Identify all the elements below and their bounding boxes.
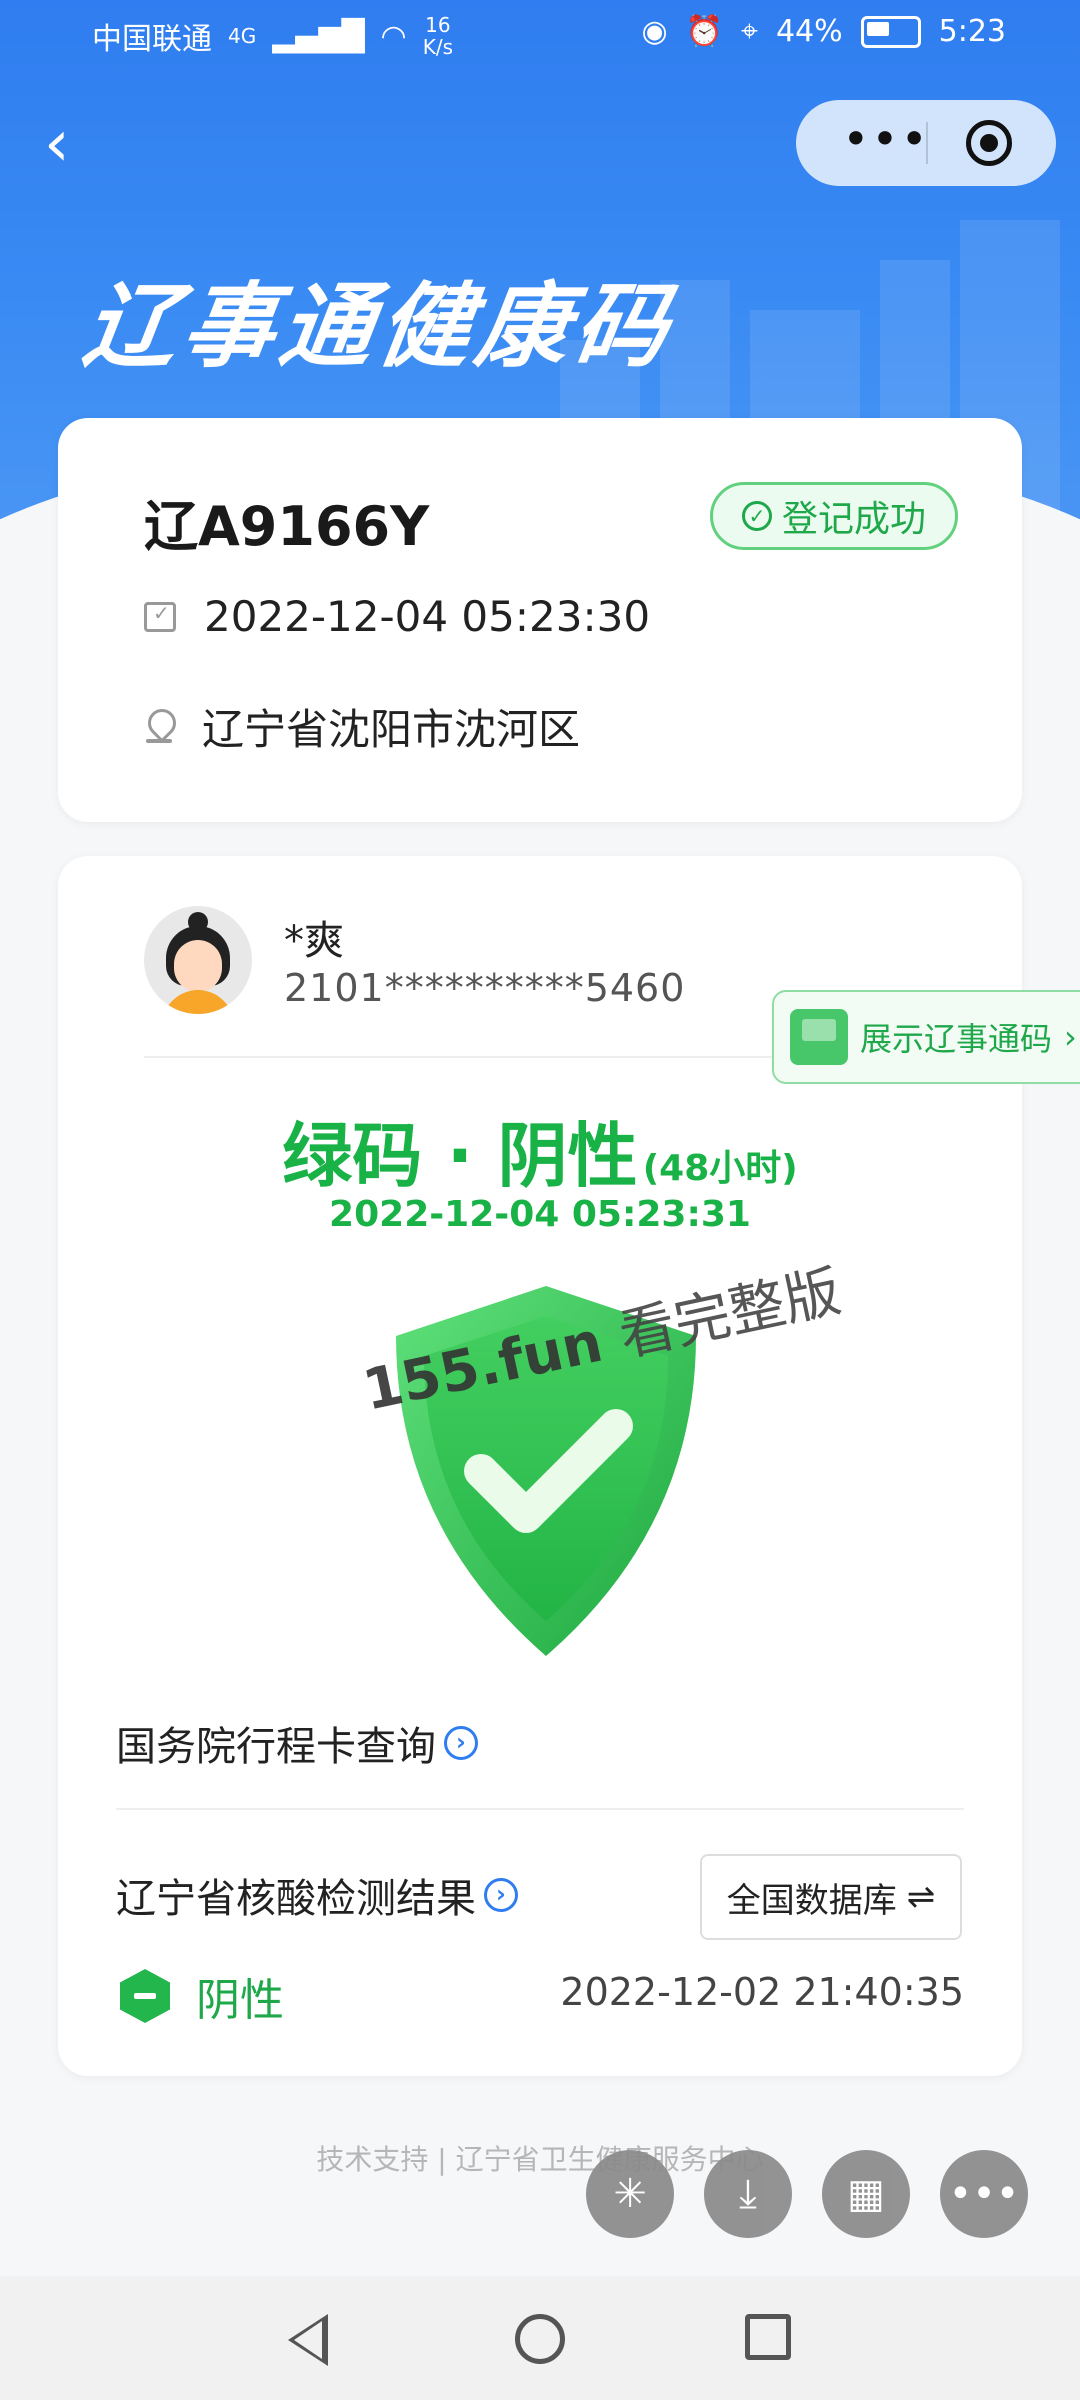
system-navigation-bar (0, 2276, 1080, 2400)
eye-icon: ◉ (641, 14, 668, 49)
health-status-window: (48小时) (642, 1148, 798, 1189)
datetime-row: 2022-12-04 05:23:30 (144, 592, 650, 641)
net-speed: 16 K/s (423, 14, 453, 58)
grid-icon[interactable]: ▦ (822, 2150, 910, 2238)
nav-home-icon[interactable] (515, 2314, 565, 2364)
page-title: 辽事通健康码 (77, 273, 681, 380)
national-database-button[interactable]: 全国数据库 ⇌ (700, 1854, 962, 1940)
registration-location: 辽宁省沈阳市沈河区 (202, 705, 581, 754)
check-circle-icon: ✓ (741, 501, 772, 531)
swap-icon: ⇌ (906, 1877, 936, 1917)
divider (116, 1808, 964, 1810)
status-badge: ✓ 登记成功 (710, 482, 958, 550)
download-icon[interactable]: ⤓ (704, 2150, 792, 2238)
arrow-circle-icon: › (484, 1878, 518, 1912)
network-type: 4G (228, 24, 257, 48)
badge-label: 登记成功 (781, 499, 926, 540)
code-box-icon (790, 1009, 848, 1065)
location-pin-icon (144, 709, 174, 745)
footer-credit: 技术支持 | 辽宁省卫生健康服务中心 (316, 2143, 764, 2176)
person-id: 2101**********5460 (284, 966, 686, 1010)
nav-recents-icon[interactable] (745, 2314, 795, 2364)
carrier-label: 中国联通 (92, 22, 212, 57)
license-plate: 辽A9166Y (144, 495, 430, 558)
health-status-label: 绿码 · 阴性 (282, 1115, 638, 1197)
avatar (144, 906, 252, 1014)
vehicle-card: 辽A9166Y ✓ 登记成功 2022-12-04 05:23:30 辽宁省沈阳… (58, 418, 1022, 822)
itinerary-card-link[interactable]: 国务院行程卡查询 › (116, 1714, 478, 1772)
location-icon: ⌖ (741, 14, 758, 49)
battery-percent: 44% (775, 14, 843, 49)
back-chevron-icon[interactable]: ‹ (44, 112, 104, 182)
nucleic-result-label: 阴性 (196, 1975, 284, 2026)
net-speed-value: 16 (425, 13, 451, 37)
location-row: 辽宁省沈阳市沈河区 (144, 696, 580, 757)
capsule-divider (926, 122, 928, 164)
show-liaoshitong-code-button[interactable]: 展示辽事通码 › (772, 990, 1080, 1084)
calendar-icon (144, 601, 176, 632)
net-speed-unit: K/s (422, 35, 453, 59)
spark-icon[interactable]: ✳ (586, 2150, 674, 2238)
more-icon[interactable]: ••• (940, 2150, 1028, 2238)
nucleic-result-time: 2022-12-02 21:40:35 (560, 1970, 964, 2014)
health-status-time: 2022-12-04 05:23:31 (329, 1194, 751, 1235)
miniprogram-capsule: ••• (796, 100, 1056, 186)
negative-hexagon-icon (120, 1969, 170, 2023)
battery-icon (860, 15, 921, 48)
health-status: 绿码 · 阴性 (48小时) (58, 1100, 1022, 1201)
person-name: *爽 (284, 918, 344, 964)
status-bar: 中国联通 4G ▂▄▆█ ◠ 16 K/s ◉ ⏰ ⌖ 44% 5:23 (0, 0, 1080, 70)
signal-icon: ▂▄▆█ (272, 18, 365, 54)
nav-back-icon[interactable] (288, 2314, 338, 2366)
more-menu-button[interactable]: ••• (826, 114, 946, 170)
close-target-icon[interactable] (966, 120, 1012, 166)
chevron-right-icon: › (1064, 1018, 1077, 1056)
wifi-icon: ◠ (380, 18, 407, 54)
nucleic-result-link[interactable]: 辽宁省核酸检测结果 › (116, 1866, 518, 1924)
arrow-circle-icon: › (444, 1726, 478, 1760)
nucleic-result: 阴性 (120, 1964, 284, 2028)
database-button-label: 全国数据库 (726, 1880, 897, 1921)
side-button-label: 展示辽事通码 (860, 1020, 1053, 1058)
nucleic-link-label: 辽宁省核酸检测结果 (116, 1876, 476, 1922)
registration-datetime: 2022-12-04 05:23:30 (204, 592, 651, 641)
alarm-icon: ⏰ (685, 14, 724, 49)
itinerary-link-label: 国务院行程卡查询 (116, 1724, 436, 1770)
clock: 5:23 (938, 14, 1006, 49)
